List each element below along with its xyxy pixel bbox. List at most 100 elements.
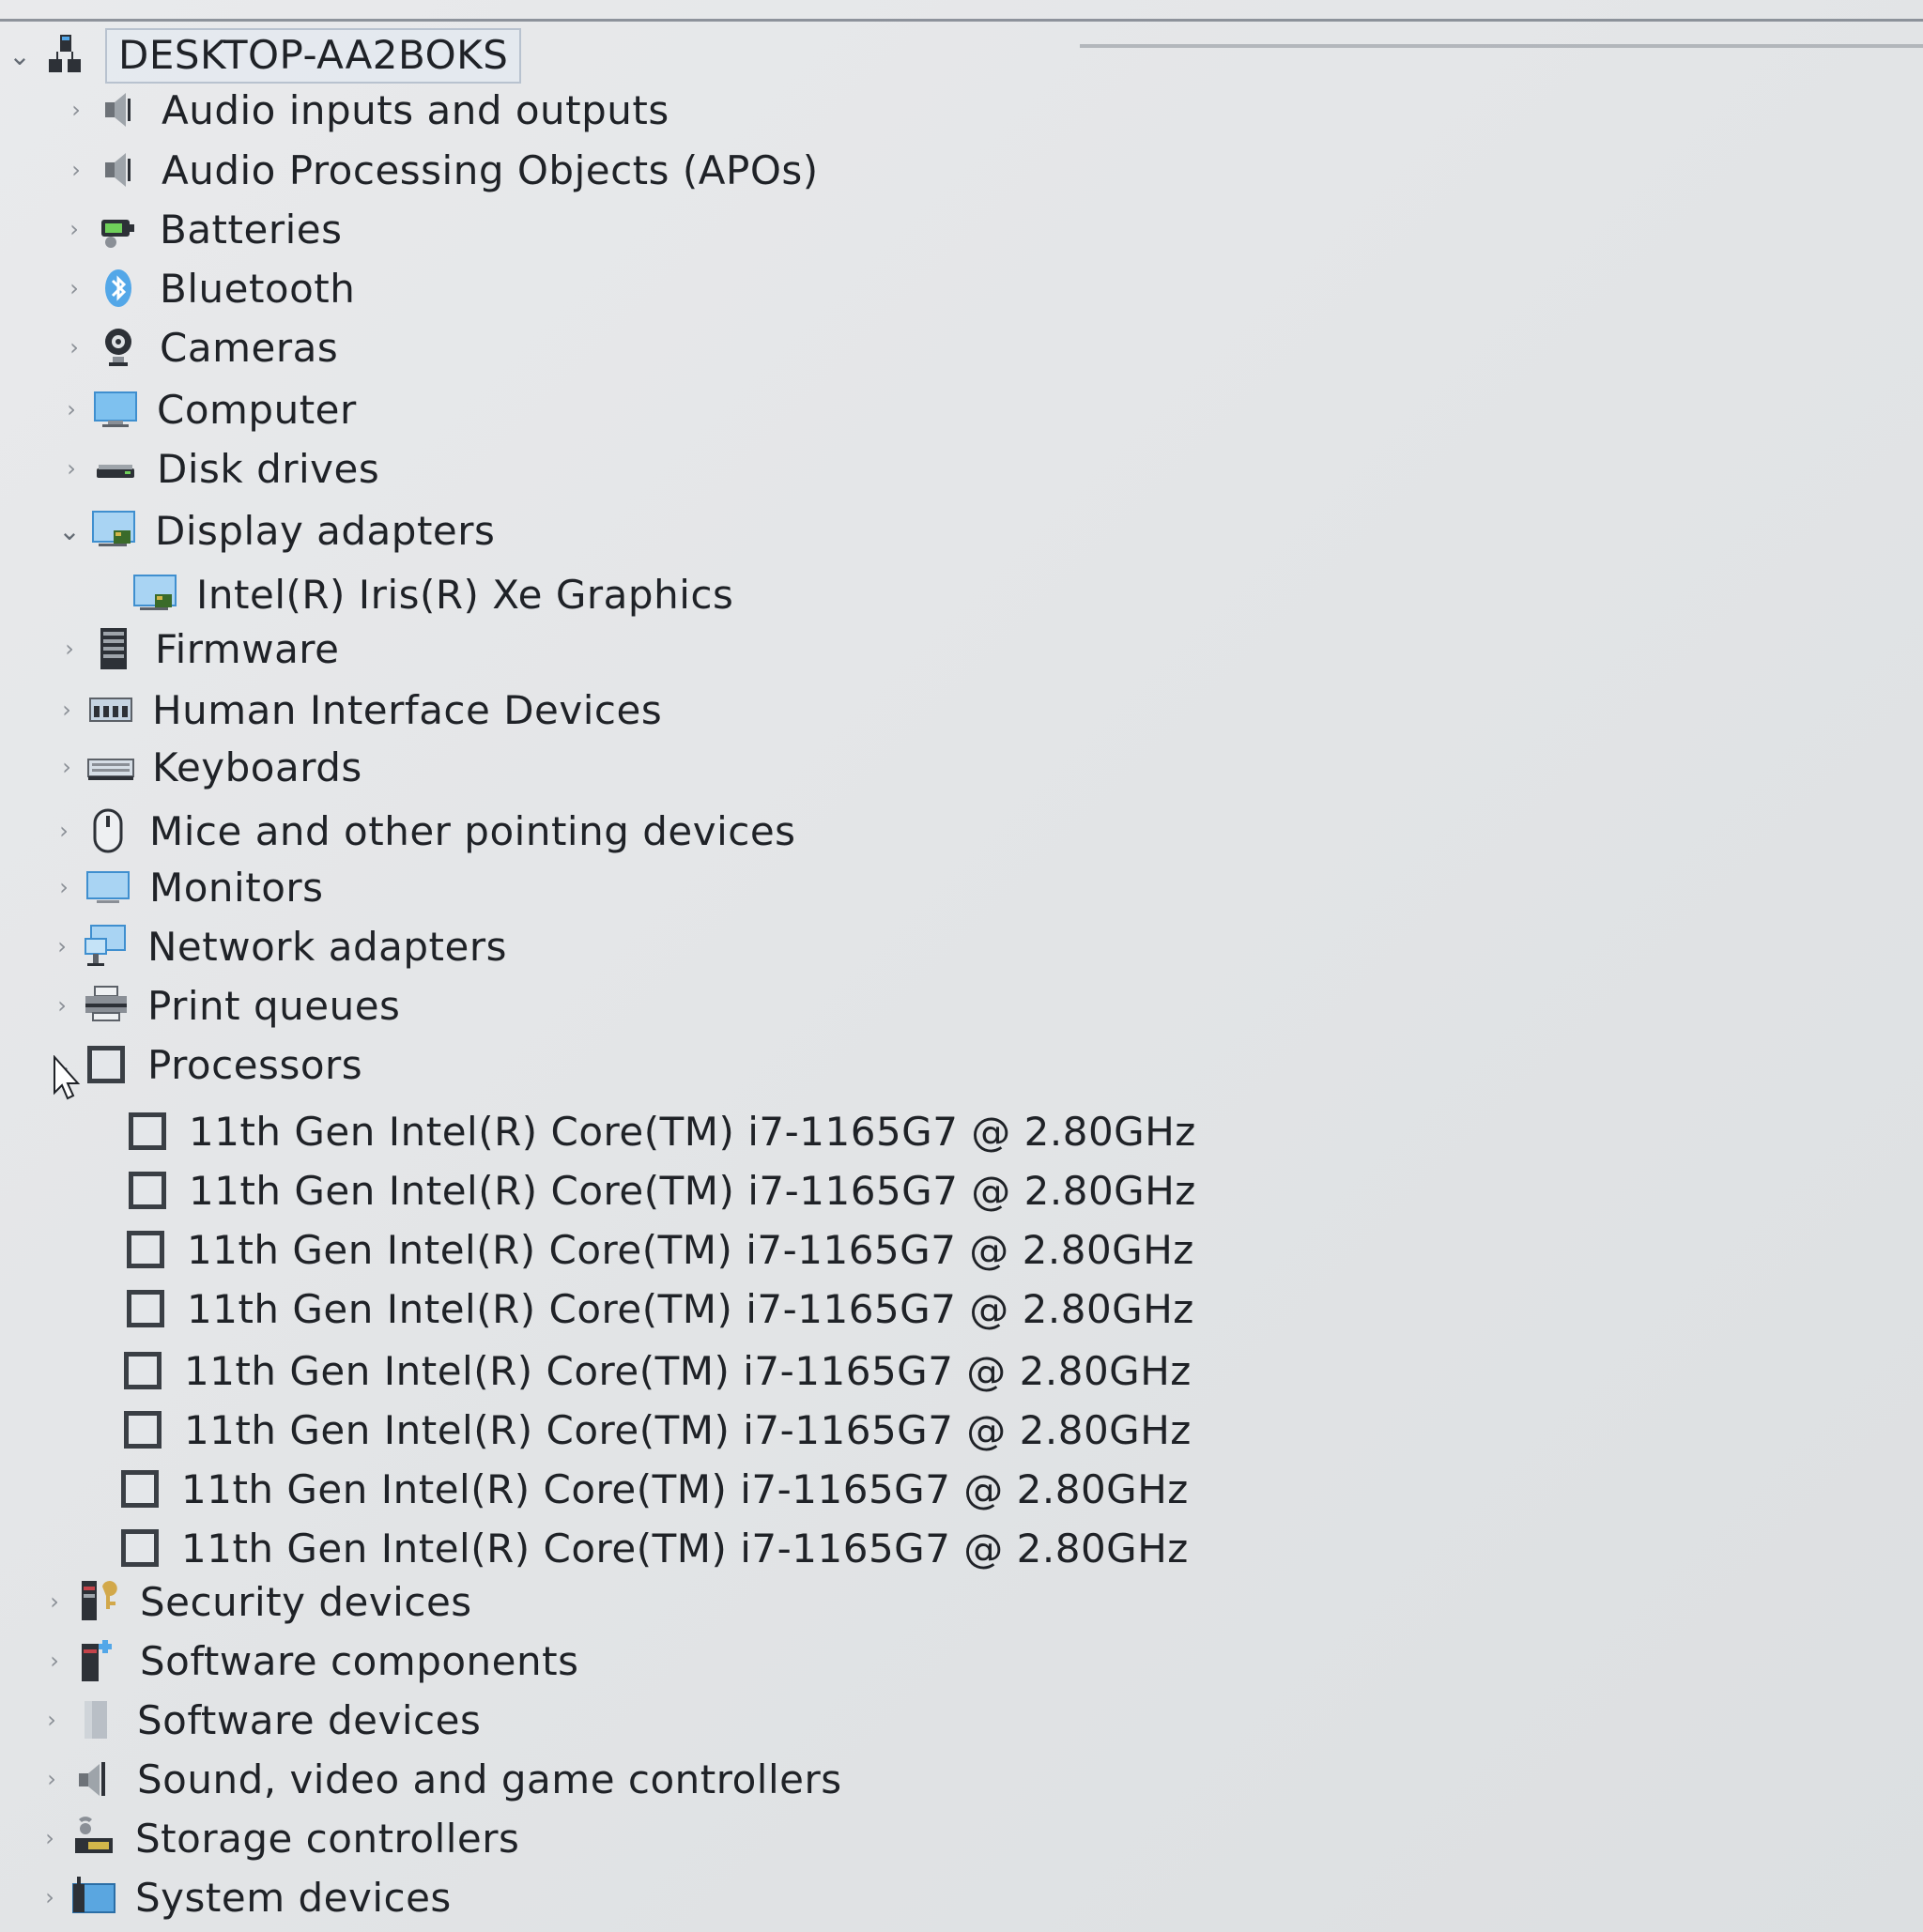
tree-category-row-network-adapters[interactable]: › Network adapters — [42, 919, 507, 974]
tree-item-label: Software devices — [137, 1696, 482, 1743]
network-adapter-icon — [82, 922, 131, 971]
tree-item-label: System devices — [135, 1874, 452, 1921]
chevron-right-icon[interactable]: › — [42, 919, 82, 974]
tree-item-label: Processors — [147, 1041, 363, 1088]
chevron-right-icon[interactable]: › — [30, 1870, 69, 1924]
tree-category-row-print-queues[interactable]: › Print queues — [42, 978, 400, 1033]
tree-item-label: Audio inputs and outputs — [162, 86, 669, 133]
tree-item-label: 11th Gen Intel(R) Core(TM) i7-1165G7 @ 2… — [184, 1406, 1192, 1453]
tree-item-label: Firmware — [155, 625, 340, 672]
tree-child-row-11th-gen-intel-r-core-tm-i7-1165g7-2-80ghz[interactable]: 11th Gen Intel(R) Core(TM) i7-1165G7 @ 2… — [115, 1462, 1189, 1516]
software-device-icon — [71, 1695, 120, 1744]
tree-category-row-keyboards[interactable]: › Keyboards — [47, 740, 362, 794]
chevron-right-icon[interactable]: › — [54, 202, 94, 256]
tree-child-row-11th-gen-intel-r-core-tm-i7-1165g7-2-80ghz[interactable]: 11th Gen Intel(R) Core(TM) i7-1165G7 @ 2… — [123, 1163, 1196, 1218]
firmware-icon — [89, 624, 138, 673]
system-device-icon — [69, 1873, 118, 1922]
tree-category-row-cameras[interactable]: › Cameras — [54, 320, 338, 375]
tree-category-row-software-devices[interactable]: › Software devices — [32, 1693, 481, 1747]
computer-root-icon — [39, 31, 88, 80]
tree-category-row-computer[interactable]: › Computer — [52, 382, 357, 437]
tree-category-row-software-components[interactable]: › Software components — [35, 1633, 578, 1688]
tree-item-label: Human Interface Devices — [152, 686, 663, 733]
tree-child-row-intel-r-iris-r-xe-graphics[interactable]: Intel(R) Iris(R) Xe Graphics — [131, 567, 733, 621]
speaker-icon — [96, 146, 145, 194]
tree-category-row-bluetooth[interactable]: › Bluetooth — [54, 261, 355, 315]
chevron-right-icon[interactable]: › — [54, 320, 94, 375]
tree-item-label: Monitors — [149, 864, 324, 911]
tree-item-label: Storage controllers — [135, 1815, 520, 1862]
tree-category-row-audio-inputs-and-outputs[interactable]: › Audio inputs and outputs — [56, 83, 669, 137]
tree-item-label: Bluetooth — [160, 265, 356, 312]
tree-item-label: Security devices — [140, 1578, 472, 1625]
chevron-right-icon[interactable]: › — [56, 83, 96, 137]
tree-item-label: 11th Gen Intel(R) Core(TM) i7-1165G7 @ 2… — [181, 1465, 1189, 1512]
tree-child-row-11th-gen-intel-r-core-tm-i7-1165g7-2-80ghz[interactable]: 11th Gen Intel(R) Core(TM) i7-1165G7 @ 2… — [115, 1521, 1189, 1575]
tree-category-row-firmware[interactable]: › Firmware — [50, 621, 340, 676]
sound-controller-icon — [71, 1755, 120, 1803]
chevron-right-icon[interactable]: › — [35, 1633, 74, 1688]
tree-category-row-sound-video-and-game-controllers[interactable]: › Sound, video and game controllers — [32, 1752, 842, 1806]
chevron-right-icon[interactable]: › — [50, 621, 89, 676]
chevron-right-icon[interactable]: › — [56, 143, 96, 197]
processor-icon — [123, 1107, 172, 1156]
chevron-right-icon[interactable]: › — [52, 441, 91, 496]
tree-item-label: Cameras — [160, 324, 339, 371]
processor-icon — [82, 1040, 131, 1089]
processor-icon — [115, 1524, 164, 1572]
chevron-right-icon[interactable]: › — [30, 1811, 69, 1865]
tree-category-row-mice-and-other-pointing-devices[interactable]: › Mice and other pointing devices — [44, 804, 796, 858]
tree-category-row-batteries[interactable]: › Batteries — [54, 202, 342, 256]
tree-category-row-disk-drives[interactable]: › Disk drives — [52, 441, 379, 496]
chevron-right-icon[interactable]: › — [32, 1752, 71, 1806]
chevron-right-icon[interactable]: › — [32, 1693, 71, 1747]
tree-category-row-display-adapters[interactable]: ⌄ Display adapters — [50, 503, 495, 558]
tree-category-row-audio-processing-objects-apos[interactable]: › Audio Processing Objects (APOs) — [56, 143, 819, 197]
chevron-right-icon[interactable]: › — [47, 740, 86, 794]
tree-item-label: Disk drives — [157, 445, 380, 492]
mouse-pointer-icon — [53, 1055, 81, 1102]
software-component-icon — [74, 1636, 123, 1685]
chevron-right-icon[interactable]: › — [54, 261, 94, 315]
storage-controller-icon — [69, 1814, 118, 1863]
processor-icon — [121, 1225, 170, 1274]
processor-icon — [118, 1346, 167, 1395]
tree-child-row-11th-gen-intel-r-core-tm-i7-1165g7-2-80ghz[interactable]: 11th Gen Intel(R) Core(TM) i7-1165G7 @ 2… — [123, 1104, 1196, 1158]
processor-icon — [115, 1464, 164, 1513]
tree-root-row[interactable]: ⌄ DESKTOP-AA2BOKS — [0, 27, 522, 84]
device-tree: ⌄ DESKTOP-AA2BOKS › Audio inputs and outp… — [0, 0, 1923, 1932]
tree-child-row-11th-gen-intel-r-core-tm-i7-1165g7-2-80ghz[interactable]: 11th Gen Intel(R) Core(TM) i7-1165G7 @ 2… — [118, 1343, 1192, 1398]
tree-child-row-11th-gen-intel-r-core-tm-i7-1165g7-2-80ghz[interactable]: 11th Gen Intel(R) Core(TM) i7-1165G7 @ 2… — [118, 1403, 1192, 1457]
processor-icon — [118, 1405, 167, 1454]
tree-category-row-human-interface-devices[interactable]: › Human Interface Devices — [47, 682, 662, 737]
tree-item-label: Print queues — [147, 982, 401, 1029]
processor-icon — [123, 1166, 172, 1215]
chevron-right-icon[interactable]: › — [44, 804, 84, 858]
security-device-icon — [74, 1577, 123, 1626]
chevron-down-icon[interactable]: ⌄ — [0, 28, 39, 83]
tree-category-row-security-devices[interactable]: › Security devices — [35, 1574, 472, 1629]
chevron-right-icon[interactable]: › — [52, 382, 91, 437]
tree-category-row-system-devices[interactable]: › System devices — [30, 1870, 452, 1924]
chevron-right-icon[interactable]: › — [47, 682, 86, 737]
tree-item-label: Mice and other pointing devices — [149, 807, 796, 854]
chevron-down-icon[interactable]: ⌄ — [50, 503, 89, 558]
tree-item-label: 11th Gen Intel(R) Core(TM) i7-1165G7 @ 2… — [189, 1167, 1196, 1214]
speaker-icon — [96, 85, 145, 134]
battery-icon — [94, 205, 143, 253]
tree-child-row-11th-gen-intel-r-core-tm-i7-1165g7-2-80ghz[interactable]: 11th Gen Intel(R) Core(TM) i7-1165G7 @ 2… — [121, 1222, 1194, 1277]
tree-item-label: 11th Gen Intel(R) Core(TM) i7-1165G7 @ 2… — [187, 1285, 1194, 1332]
chevron-right-icon[interactable]: › — [42, 978, 82, 1033]
keyboard-icon — [86, 743, 135, 791]
tree-category-row-monitors[interactable]: › Monitors — [44, 860, 324, 914]
tree-child-row-11th-gen-intel-r-core-tm-i7-1165g7-2-80ghz[interactable]: 11th Gen Intel(R) Core(TM) i7-1165G7 @ 2… — [121, 1281, 1194, 1336]
tree-category-row-storage-controllers[interactable]: › Storage controllers — [30, 1811, 519, 1865]
tree-category-row-processors[interactable]: ⌄Processors — [42, 1037, 362, 1092]
mouse-icon — [84, 806, 132, 855]
chevron-right-icon[interactable]: › — [44, 860, 84, 914]
display-adapter-icon — [131, 570, 179, 619]
processor-icon — [121, 1284, 170, 1333]
chevron-right-icon[interactable]: › — [35, 1574, 74, 1629]
bluetooth-icon — [94, 264, 143, 313]
tree-item-label: Software components — [140, 1637, 579, 1684]
